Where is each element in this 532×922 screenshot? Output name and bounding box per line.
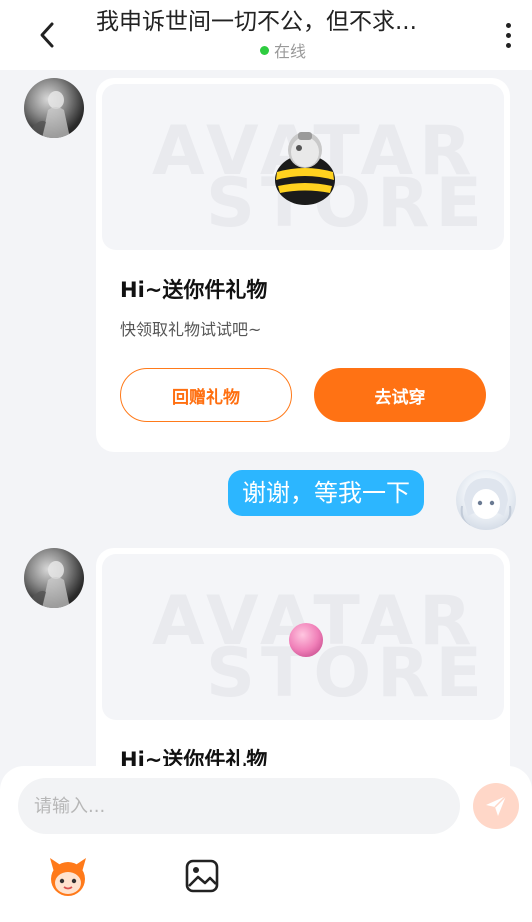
send-button[interactable] xyxy=(473,783,519,829)
more-dot-icon xyxy=(505,42,511,48)
gift-title: Hi~送你件礼物 xyxy=(120,278,268,302)
avatar-figure-icon xyxy=(30,91,70,138)
avatar-store-button[interactable] xyxy=(46,854,90,898)
gift-card[interactable]: AVATAR STORE Hi~送你件礼物 快领取礼物试试吧~ 回赠礼物 去试穿 xyxy=(96,78,510,452)
status-text: 在线 xyxy=(274,42,307,61)
image-icon xyxy=(185,859,219,893)
watermark-store: STORE xyxy=(206,164,488,243)
online-status: 在线 xyxy=(260,39,306,61)
avatar-anime-icon xyxy=(460,478,512,527)
online-dot-icon xyxy=(260,45,269,55)
gift-preview-image: AVATAR STORE xyxy=(102,84,504,250)
gift-preview-image: AVATAR STORE xyxy=(102,554,504,720)
chat-header: 我申诉世间一切不公，但不求... 在线 xyxy=(0,0,532,70)
mascot-avatar-icon xyxy=(50,858,86,896)
composer-panel xyxy=(0,766,532,922)
sender-avatar[interactable] xyxy=(24,548,84,608)
watermark-store: STORE xyxy=(206,634,488,713)
gift-subtitle: 快领取礼物试试吧~ xyxy=(120,320,262,339)
chevron-left-icon xyxy=(40,22,54,48)
more-options-button[interactable] xyxy=(494,18,522,52)
avatar-figure-icon xyxy=(30,561,70,608)
my-avatar[interactable] xyxy=(456,470,516,530)
sent-message-bubble[interactable]: 谢谢，等我一下 xyxy=(228,470,424,516)
paper-plane-icon xyxy=(486,795,507,816)
bee-egg-gift-icon xyxy=(275,132,335,205)
image-picker-button[interactable] xyxy=(182,856,226,900)
more-dot-icon xyxy=(505,22,511,28)
return-gift-button[interactable]: 回赠礼物 xyxy=(120,368,292,422)
message-input[interactable] xyxy=(18,778,460,834)
more-dot-icon xyxy=(505,32,511,38)
chat-title: 我申诉世间一切不公，但不求... xyxy=(96,9,417,35)
try-on-button[interactable]: 去试穿 xyxy=(314,368,486,422)
pink-ball-gift-icon xyxy=(289,623,323,657)
back-button[interactable] xyxy=(30,18,64,52)
sender-avatar[interactable] xyxy=(24,78,84,138)
